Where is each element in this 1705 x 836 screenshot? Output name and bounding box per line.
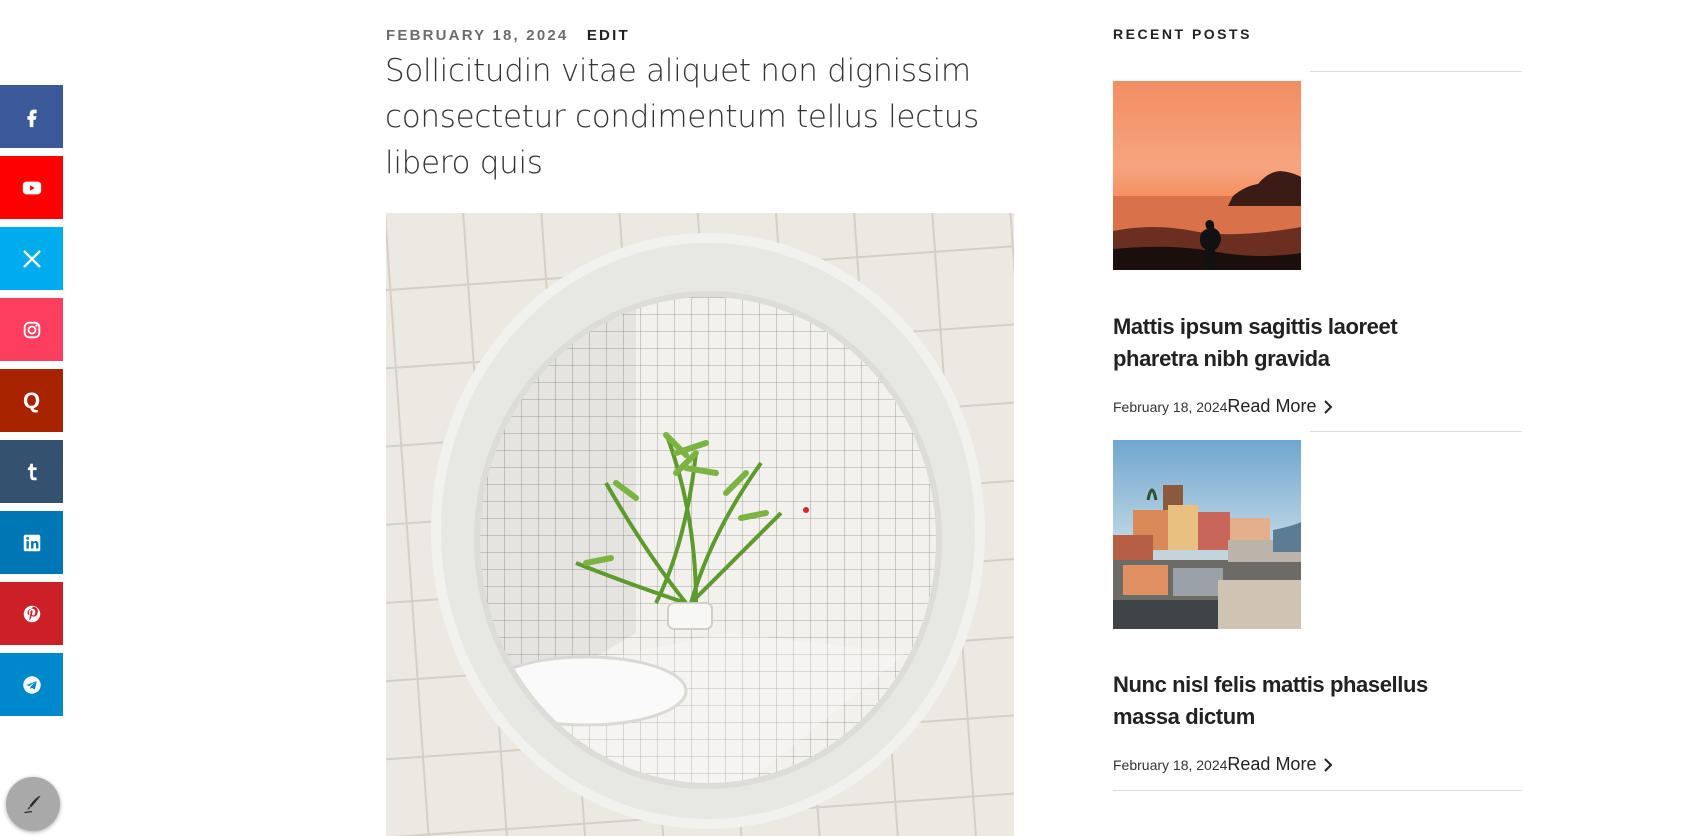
linkedin-share-button[interactable] (0, 511, 63, 574)
instagram-icon (23, 321, 40, 338)
post-meta: FEBRUARY 18, 2024 EDIT (386, 27, 630, 44)
edit-link[interactable]: EDIT (587, 27, 630, 44)
tumblr-share-button[interactable] (0, 440, 63, 503)
featured-image (386, 213, 1014, 836)
recent-posts-heading: RECENT POSTS (1113, 26, 1252, 42)
recent-post-date: February 18, 2024 (1113, 757, 1228, 773)
linkedin-icon (23, 534, 40, 551)
divider (1113, 790, 1522, 791)
tumblr-icon (27, 463, 37, 480)
post-thumbnail-village[interactable] (1113, 440, 1301, 629)
recent-post-meta: February 18, 2024 Read More (1113, 754, 1334, 775)
x-icon (22, 249, 41, 268)
read-more-link[interactable]: Read More (1227, 754, 1334, 775)
x-share-button[interactable] (0, 227, 63, 290)
read-more-label: Read More (1227, 754, 1317, 774)
facebook-share-button[interactable] (0, 85, 63, 148)
post-title: Sollicitudin vitae aliquet non dignissim… (385, 53, 979, 181)
recent-post-date: February 18, 2024 (1113, 399, 1228, 415)
divider (1310, 71, 1522, 72)
quora-share-button[interactable]: Q (0, 369, 63, 432)
post-thumbnail-sunset[interactable] (1113, 81, 1301, 270)
instagram-share-button[interactable] (0, 298, 63, 361)
telegram-icon (22, 675, 41, 694)
pinterest-icon (23, 605, 40, 622)
recent-post-title[interactable]: Mattis ipsum sagittis laoreet pharetra n… (1113, 311, 1473, 375)
floating-action-button[interactable] (6, 777, 60, 831)
post-date[interactable]: FEBRUARY 18, 2024 (386, 27, 568, 44)
quora-icon: Q (22, 387, 41, 413)
social-share-bar: Q (0, 85, 63, 724)
read-more-link[interactable]: Read More (1227, 396, 1334, 417)
chevron-right-icon (1324, 757, 1333, 772)
recent-post-meta: February 18, 2024 Read More (1113, 396, 1334, 417)
read-more-label: Read More (1227, 396, 1317, 416)
pinterest-share-button[interactable] (0, 582, 63, 645)
chevron-right-icon (1324, 399, 1333, 414)
pen-icon (24, 795, 41, 814)
youtube-share-button[interactable] (0, 156, 63, 219)
youtube-icon (22, 181, 41, 194)
facebook-icon (26, 109, 37, 127)
telegram-share-button[interactable] (0, 653, 63, 716)
recent-post-title[interactable]: Nunc nisl felis mattis phasellus massa d… (1113, 669, 1473, 733)
divider (1310, 431, 1522, 432)
